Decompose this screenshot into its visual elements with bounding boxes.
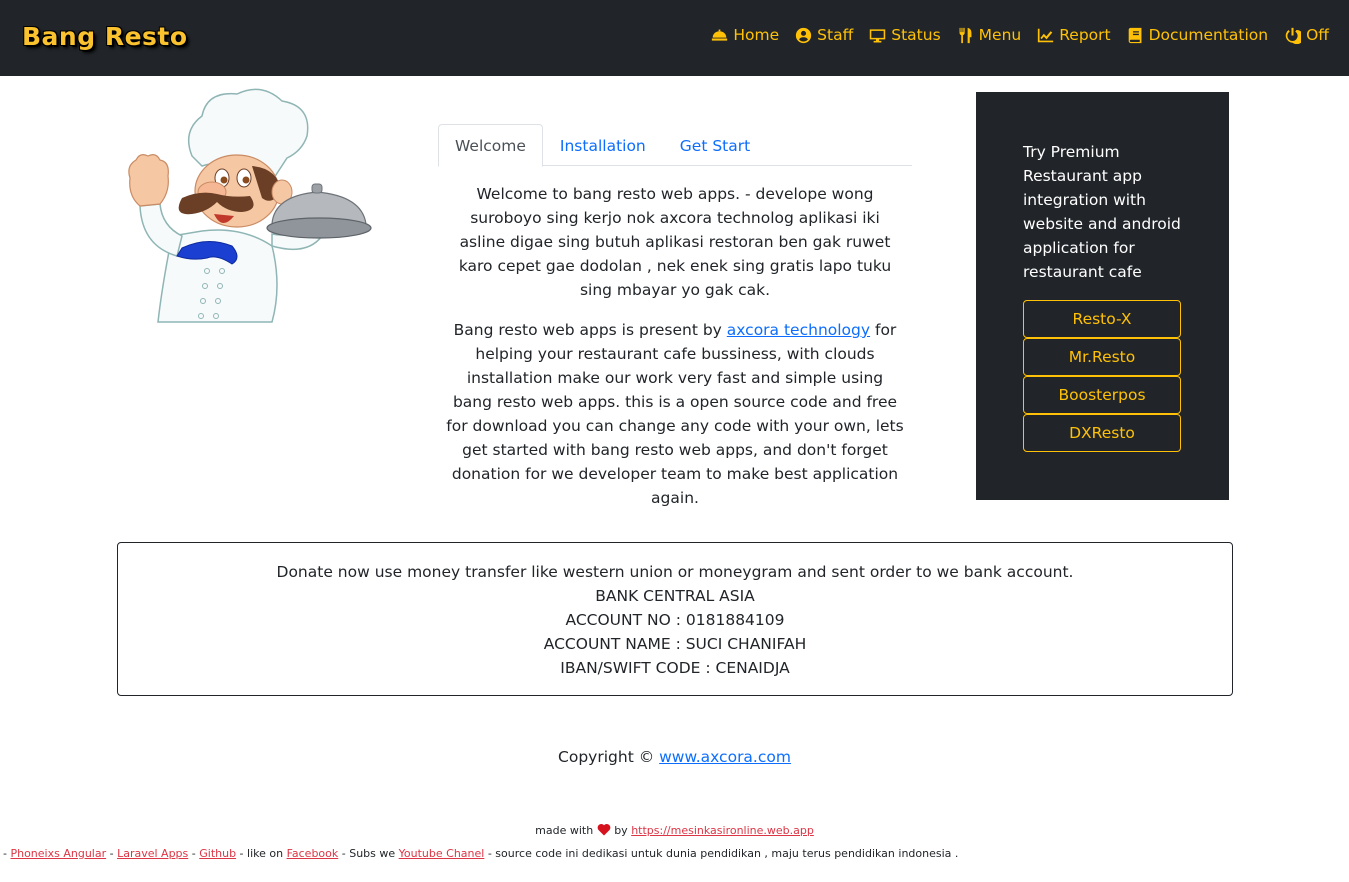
laravel-apps-link[interactable]: Laravel Apps: [117, 847, 188, 860]
footer-links: - Phoneixs Angular - Laravel Apps - Gith…: [3, 846, 958, 862]
paragraph-text: for helping your restaurant cafe bussine…: [446, 321, 904, 507]
paragraph-text: Bang resto web apps is present by: [453, 321, 727, 339]
swift-code: IBAN/SWIFT CODE : CENAIDJA: [560, 659, 790, 677]
nav-menu: Home Staff Status Menu Report Documentat…: [711, 26, 1329, 44]
heart-icon: [597, 824, 611, 836]
premium-panel: Try Premium Restaurant app integration w…: [976, 92, 1229, 500]
welcome-paragraph-1: Welcome to bang resto web apps. - develo…: [458, 185, 892, 299]
mr-resto-button[interactable]: Mr.Resto: [1023, 338, 1181, 376]
subs-we-text: - Subs we: [338, 847, 399, 860]
power-off-icon: [1285, 27, 1302, 44]
bell-concierge-icon: [712, 29, 728, 41]
navbar: Bang Resto Home Staff Status Menu Report…: [0, 0, 1349, 76]
desktop-icon: [870, 28, 886, 42]
youtube-channel-link[interactable]: Youtube Chanel: [399, 847, 485, 860]
dedication-text: - source code ini dedikasi untuk dunia p…: [484, 847, 959, 860]
facebook-link[interactable]: Facebook: [287, 847, 339, 860]
utensils-icon: [959, 27, 972, 43]
github-link[interactable]: Github: [199, 847, 236, 860]
boosterpos-button[interactable]: Boosterpos: [1023, 376, 1181, 414]
welcome-tab-content: Welcome to bang resto web apps. - develo…: [446, 182, 904, 526]
chart-line-icon: [1038, 28, 1054, 42]
made-with-line: made with by https://mesinkasironline.we…: [0, 823, 1349, 839]
nav-label: Home: [733, 26, 780, 44]
like-on-text: - like on: [236, 847, 287, 860]
welcome-paragraph-2: Bang resto web apps is present by axcora…: [446, 318, 904, 510]
donation-box: Donate now use money transfer like weste…: [117, 542, 1233, 696]
axcora-website-link[interactable]: www.axcora.com: [659, 748, 791, 766]
nav-label: Menu: [978, 26, 1022, 44]
tab-installation[interactable]: Installation: [543, 124, 663, 166]
account-name: ACCOUNT NAME : SUCI CHANIFAH: [543, 635, 807, 653]
by-text: by: [614, 824, 628, 837]
tab-get-start[interactable]: Get Start: [663, 124, 767, 166]
premium-button-group: Resto-X Mr.Resto Boosterpos DXResto: [1023, 300, 1181, 452]
nav-label: Documentation: [1148, 26, 1269, 44]
nav-label: Report: [1059, 26, 1111, 44]
donation-intro: Donate now use money transfer like weste…: [276, 563, 1074, 581]
phoenix-angular-link[interactable]: Phoneixs Angular: [10, 847, 106, 860]
mesinkasironline-link[interactable]: https://mesinkasironline.web.app: [631, 824, 814, 837]
nav-item-menu[interactable]: Menu: [957, 26, 1022, 44]
account-number: ACCOUNT NO : 0181884109: [565, 611, 785, 629]
separator: -: [106, 847, 118, 860]
nav-label: Staff: [817, 26, 854, 44]
tab-welcome[interactable]: Welcome: [438, 124, 543, 167]
premium-description: Try Premium Restaurant app integration w…: [1023, 143, 1181, 281]
bank-name: BANK CENTRAL ASIA: [595, 587, 755, 605]
nav-item-home[interactable]: Home: [711, 26, 779, 44]
nav-item-status[interactable]: Status: [869, 26, 941, 44]
brand-logo[interactable]: Bang Resto: [22, 22, 188, 51]
nav-item-report[interactable]: Report: [1037, 26, 1111, 44]
copyright: Copyright © www.axcora.com: [0, 745, 1349, 769]
nav-item-documentation[interactable]: Documentation: [1127, 26, 1269, 44]
user-circle-icon: [796, 27, 812, 43]
nav-item-staff[interactable]: Staff: [795, 26, 853, 44]
chef-illustration: [128, 88, 372, 323]
dxresto-button[interactable]: DXResto: [1023, 414, 1181, 452]
made-with-text: made with: [535, 824, 594, 837]
resto-x-button[interactable]: Resto-X: [1023, 300, 1181, 338]
tab-bar: Welcome Installation Get Start: [438, 124, 912, 167]
book-icon: [1128, 27, 1142, 43]
copyright-text: Copyright ©: [558, 748, 660, 766]
separator: -: [188, 847, 200, 860]
nav-label: Off: [1306, 26, 1329, 44]
nav-item-off[interactable]: Off: [1284, 26, 1329, 44]
axcora-technology-link[interactable]: axcora technology: [727, 321, 870, 339]
nav-label: Status: [891, 26, 941, 44]
